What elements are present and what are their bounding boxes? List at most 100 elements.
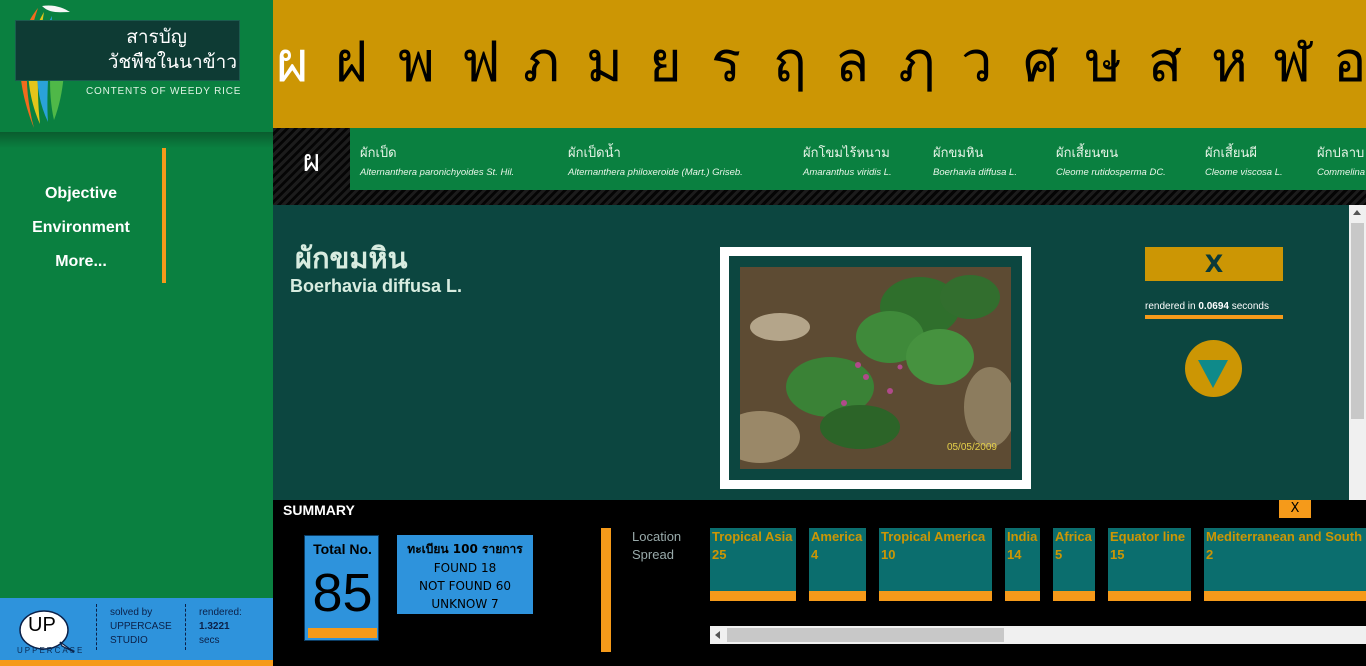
region-item[interactable]: Africa 5 <box>1053 528 1095 601</box>
region-name: Tropical America <box>881 529 986 544</box>
not-found-count: NOT FOUND 60 <box>419 579 511 593</box>
menu-item-objective[interactable]: Objective <box>0 185 162 203</box>
logo[interactable]: สารบัญ วัชพืชในนาข้าว CONTENTS OF WEEDY … <box>0 0 273 132</box>
plant-tabs: ผักเป็ด Alternanthera paronichyoides St.… <box>350 128 1366 190</box>
logo-subtitle: CONTENTS OF WEEDY RICE <box>86 86 242 97</box>
plant-tab-thai: ผักเป็ดน้ำ <box>568 146 621 161</box>
plant-tab[interactable]: ผักเป็ดน้ำ Alternanthera philoxeroide (M… <box>558 128 793 190</box>
footer: UP UPPERCASE solved by UPPERCASE STUDIO … <box>0 598 273 666</box>
plant-tab-thai: ผักเสี้ยนขน <box>1056 146 1119 161</box>
plant-tab-sci: Cleome viscosa L. <box>1205 167 1283 178</box>
region-item[interactable]: India 14 <box>1005 528 1040 601</box>
logo-title-box: สารบัญ วัชพืชในนาข้าว <box>15 20 240 81</box>
region-count: 4 <box>811 547 819 562</box>
alphabet-letter[interactable]: ส <box>1148 28 1182 98</box>
region-item[interactable]: Equator line 15 <box>1108 528 1191 601</box>
plant-list-strip: ผ ผักเป็ด Alternanthera paronichyoides S… <box>273 128 1366 205</box>
plant-photo[interactable]: 05/05/2009 <box>740 267 1011 469</box>
alphabet-letter[interactable]: ผ <box>276 28 309 98</box>
alphabet-letter[interactable]: ห <box>1211 28 1248 98</box>
photo-mat: 05/05/2009 <box>729 256 1022 480</box>
plant-tab-thai: ผักปลาบ <box>1317 146 1365 161</box>
plant-tab-sci: Commelina <box>1317 167 1366 178</box>
plant-tab[interactable]: ผักโขมไร้หนาม Amaranthus viridis L. <box>793 128 923 190</box>
region-name: India <box>1007 529 1038 544</box>
alphabet-letter[interactable]: ฝ <box>335 28 368 98</box>
alphabet-letter[interactable]: ย <box>649 28 682 98</box>
alphabet-letter[interactable]: ภ <box>523 28 560 98</box>
summary-close-button[interactable]: X <box>1279 500 1311 518</box>
solved-by: solved by UPPERCASE STUDIO <box>110 606 172 648</box>
summary-label: SUMMARY <box>283 502 355 518</box>
rendered-value: 1.3221 <box>199 621 230 632</box>
region-count: 15 <box>1110 547 1125 562</box>
alphabet-letter[interactable]: อ <box>1333 28 1366 98</box>
plant-tab[interactable]: ผักเสี้ยนผี Cleome viscosa L. <box>1195 128 1307 190</box>
plant-tab[interactable]: ผักเป็ด Alternanthera paronichyoides St.… <box>350 128 558 190</box>
scroll-down-button[interactable] <box>1185 340 1242 397</box>
plant-tab[interactable]: ผักปลาบ Commelina <box>1307 128 1366 190</box>
solved-by-line2: UPPERCASE <box>110 621 172 632</box>
close-button[interactable]: X <box>1145 247 1283 281</box>
region-name: Equator line <box>1110 529 1186 544</box>
summary-divider <box>601 528 611 652</box>
plant-tab-thai: ผักเป็ด <box>360 146 397 161</box>
alphabet-letter[interactable]: ศ <box>1023 28 1059 98</box>
region-item[interactable]: America 4 <box>809 528 866 601</box>
scrollbar-thumb[interactable] <box>727 628 1004 642</box>
location-label: Location <box>632 529 682 544</box>
alphabet-letter[interactable]: ม <box>586 28 623 98</box>
footer-divider <box>96 604 97 650</box>
footer-divider <box>185 604 186 650</box>
region-item[interactable]: Mediterranean and South 2 <box>1204 528 1366 601</box>
alphabet-letter[interactable]: ฬ <box>1273 28 1311 98</box>
region-count: 10 <box>881 547 896 562</box>
alphabet-letter[interactable]: ฦ <box>898 28 935 98</box>
region-count: 5 <box>1055 547 1063 562</box>
menu-item-environment[interactable]: Environment <box>0 219 162 237</box>
region-name: America <box>811 529 863 544</box>
alphabet-letter[interactable]: ษ <box>1085 28 1122 98</box>
plant-photo-frame: 05/05/2009 <box>720 247 1031 489</box>
plant-tab-sci: Alternanthera paronichyoides St. Hil. <box>360 167 515 178</box>
region-item[interactable]: Tropical Asia 25 <box>710 528 796 601</box>
vertical-scrollbar[interactable] <box>1349 205 1366 500</box>
arrow-down-icon <box>1198 360 1228 388</box>
render-suffix: seconds <box>1228 301 1269 312</box>
total-count-box: Total No. 85 <box>304 535 379 641</box>
rendered-info: rendered: 1.3221 secs <box>199 606 242 648</box>
rendered-label: rendered: <box>199 607 242 618</box>
total-value: 85 <box>312 563 373 623</box>
scroll-up-arrow-icon[interactable] <box>1353 210 1361 215</box>
solved-by-line1: solved by <box>110 607 153 618</box>
location-spread-label: Location Spread <box>632 528 681 564</box>
alphabet-letter[interactable]: ฤ <box>773 28 807 98</box>
alphabet-letter[interactable]: ร <box>711 28 741 98</box>
plant-detail-panel: ผักขมหิน Boerhavia diffusa L. 05/05/2009… <box>273 205 1349 500</box>
alphabet-letter[interactable]: พ <box>398 28 435 98</box>
brand-subtext: UPPERCASE <box>17 646 85 655</box>
region-count: 14 <box>1007 547 1022 562</box>
render-time: rendered in 0.0694 seconds <box>1145 301 1283 319</box>
render-value: 0.0694 <box>1198 301 1229 312</box>
plant-title: ผักขมหิน <box>295 241 408 275</box>
horizontal-scrollbar[interactable] <box>710 626 1366 644</box>
sidebar-divider <box>0 132 273 148</box>
alphabet-letter[interactable]: ฟ <box>461 28 501 98</box>
menu-item-more[interactable]: More... <box>0 253 162 271</box>
rendered-unit: secs <box>199 635 220 646</box>
plant-tab-selected[interactable]: ผักขมหิน Boerhavia diffusa L. <box>923 128 1046 190</box>
region-item[interactable]: Tropical America 10 <box>879 528 992 601</box>
spread-label: Spread <box>632 547 674 562</box>
alphabet-letter[interactable]: ล <box>835 28 869 98</box>
logo-title-line1: สารบัญ <box>126 26 187 48</box>
found-count: FOUND 18 <box>433 561 497 575</box>
alphabet-index: ผ ฝ พ ฟ ภ ม ย ร ฤ ล ฦ ว ศ ษ ส ห ฬ อ <box>273 0 1366 128</box>
plant-tab[interactable]: ผักเสี้ยนขน Cleome rutidosperma DC. <box>1046 128 1195 190</box>
scrollbar-thumb[interactable] <box>1351 223 1364 419</box>
plant-photo-image <box>740 267 1011 469</box>
region-count: 25 <box>712 547 727 562</box>
scroll-left-arrow-icon[interactable] <box>715 631 720 639</box>
plant-tab-sci: Amaranthus viridis L. <box>803 167 892 178</box>
alphabet-letter[interactable]: ว <box>961 28 992 98</box>
